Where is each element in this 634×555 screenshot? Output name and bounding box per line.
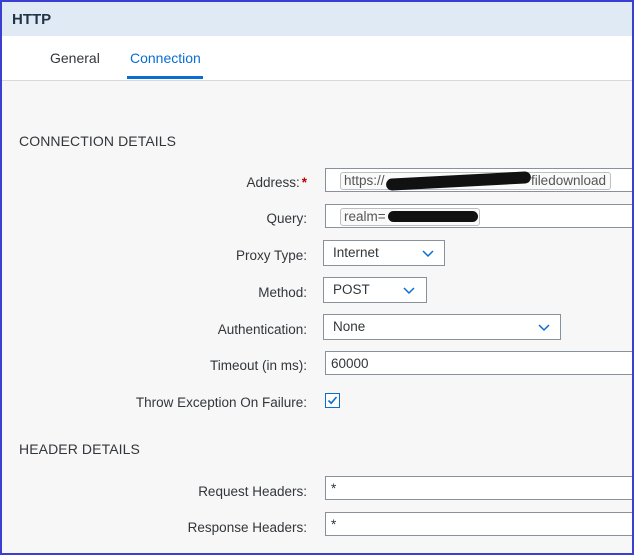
active-tab-indicator <box>127 76 203 79</box>
query-label: Query: <box>266 211 307 226</box>
address-label-text: Address: <box>246 175 300 190</box>
redaction-mark <box>388 211 478 222</box>
titlebar: HTTP <box>2 2 632 36</box>
throw-exception-checkbox[interactable] <box>325 393 340 408</box>
timeout-value: 60000 <box>331 356 369 371</box>
address-value-suffix: filedownload <box>530 173 606 188</box>
checkmark-icon <box>327 396 338 405</box>
required-mark: * <box>301 175 307 190</box>
request-headers-label: Request Headers: <box>198 484 307 499</box>
method-label: Method: <box>258 285 307 300</box>
address-label: Address: * <box>246 175 307 190</box>
timeout-label: Timeout (in ms): <box>209 358 307 373</box>
method-select[interactable]: POST <box>323 277 427 303</box>
query-value-prefix: realm= <box>344 209 386 224</box>
address-field[interactable]: https:// filedownload <box>325 168 632 192</box>
timeout-input[interactable]: 60000 <box>325 351 632 375</box>
query-field[interactable]: realm= <box>325 204 632 228</box>
window-title: HTTP <box>12 11 52 28</box>
response-headers-input[interactable]: * <box>325 512 632 536</box>
throw-exception-label: Throw Exception On Failure: <box>135 395 307 410</box>
response-headers-label: Response Headers: <box>187 520 307 535</box>
chevron-down-icon <box>422 250 434 258</box>
tab-connection[interactable]: Connection <box>130 50 201 66</box>
request-headers-value: * <box>331 481 337 496</box>
authentication-label: Authentication: <box>217 322 307 337</box>
chevron-down-icon <box>403 287 415 295</box>
tab-general[interactable]: General <box>50 50 100 66</box>
method-value: POST <box>333 282 370 297</box>
proxy-type-label: Proxy Type: <box>235 248 307 263</box>
tab-bar: General Connection <box>2 36 632 81</box>
request-headers-input[interactable]: * <box>325 476 632 500</box>
dialog-frame: HTTP General Connection CONNECTION DETAI… <box>0 0 634 555</box>
response-headers-value: * <box>331 517 337 532</box>
address-value-prefix: https:// <box>344 173 385 188</box>
authentication-value: None <box>333 319 366 334</box>
connection-details-title: CONNECTION DETAILS <box>19 133 177 149</box>
proxy-type-select[interactable]: Internet <box>323 240 445 266</box>
header-details-title: HEADER DETAILS <box>19 441 140 457</box>
proxy-type-value: Internet <box>333 245 379 260</box>
chevron-down-icon <box>538 324 550 332</box>
authentication-select[interactable]: None <box>323 314 561 340</box>
